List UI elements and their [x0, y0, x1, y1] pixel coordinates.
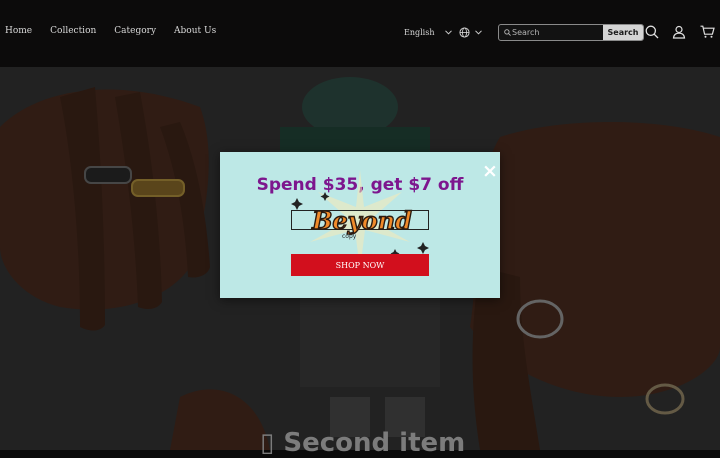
search-bar: Search — [498, 24, 644, 41]
nav-about-us[interactable]: About Us — [174, 26, 216, 36]
hero-title: ▯ Second item — [260, 428, 466, 458]
nav-home[interactable]: Home — [5, 26, 32, 36]
search-icon — [504, 29, 511, 36]
user-icon[interactable] — [672, 25, 686, 39]
main-nav: Home Collection Category About Us — [0, 26, 229, 36]
cart-icon[interactable] — [700, 25, 715, 39]
logo-caption: copy — [342, 233, 357, 240]
chevron-down-icon — [475, 30, 482, 35]
chevron-down-icon — [444, 30, 452, 35]
promo-popup: × Spend $35, get $7 off Beyond copy SHOP… — [220, 152, 500, 298]
nav-collection[interactable]: Collection — [50, 26, 96, 36]
language-selector[interactable]: English — [404, 28, 452, 37]
nav-category[interactable]: Category — [114, 26, 156, 36]
currency-selector[interactable] — [459, 27, 482, 38]
svg-text:Beyond: Beyond — [311, 206, 412, 235]
globe-icon — [459, 27, 470, 38]
search-button[interactable]: Search — [603, 25, 643, 40]
beyond-logo: Beyond — [310, 205, 412, 235]
shop-now-button[interactable]: SHOP NOW — [291, 254, 429, 276]
language-label: English — [404, 28, 435, 37]
site-header: Home Collection Category About Us Englis… — [0, 0, 720, 67]
search-input[interactable] — [512, 26, 600, 39]
search-icon[interactable] — [645, 25, 659, 39]
